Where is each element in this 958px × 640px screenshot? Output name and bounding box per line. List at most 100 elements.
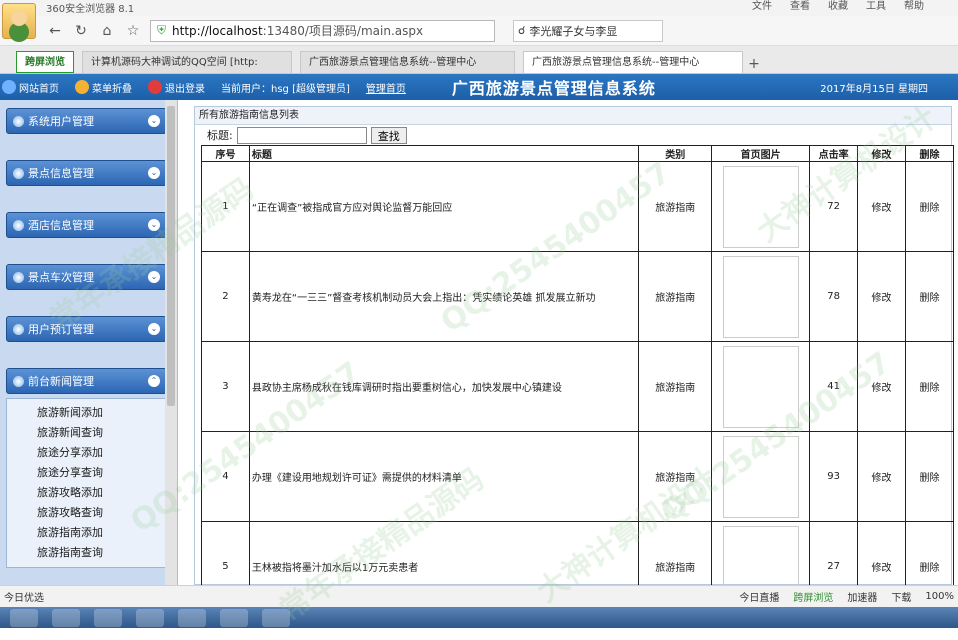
menu-collapse-link[interactable]: 菜单折叠	[92, 80, 132, 95]
edit-link[interactable]: 修改	[857, 251, 906, 342]
menu-file[interactable]: 文件	[752, 0, 772, 12]
search-text: 李光耀子女与李显	[529, 24, 618, 38]
scrollbar-thumb[interactable]	[167, 106, 175, 406]
zoom-level[interactable]: 100%	[925, 591, 954, 602]
app-header: 网站首页 菜单折叠 退出登录 当前用户：hsg [超级管理员] 管理首页 广西旅…	[0, 74, 958, 100]
search-row: 标题: 查找	[195, 125, 951, 145]
content-area: 所有旅游指南信息列表 标题: 查找 序号 标题 类别 首页图片 点击率 修改 删…	[178, 100, 958, 585]
status-accelerator[interactable]: 加速器	[847, 589, 877, 604]
cell-category: 旅游指南	[638, 161, 713, 252]
menu-collapse-icon	[75, 80, 89, 94]
taskbar-app-icon[interactable]	[262, 608, 290, 627]
menu-tools[interactable]: 工具	[866, 0, 886, 12]
taskbar-app-icon[interactable]	[52, 608, 80, 627]
sidebar-menu-label: 用户预订管理	[28, 323, 94, 336]
edit-link[interactable]: 修改	[857, 161, 906, 252]
globe-icon	[2, 80, 16, 94]
browser-menu-bar: 文件 查看 收藏 工具 帮助	[752, 0, 924, 12]
panel-title: 所有旅游指南信息列表	[195, 107, 951, 125]
url-host: http://localhost	[172, 24, 263, 38]
col-no: 序号	[201, 145, 250, 162]
cell-no: 3	[201, 341, 250, 432]
home-icon[interactable]: ⌂	[98, 22, 116, 40]
logout-link[interactable]: 退出登录	[165, 80, 205, 95]
sidebar-scrollbar[interactable]	[165, 100, 177, 585]
menu-favorites[interactable]: 收藏	[828, 0, 848, 12]
sidebar-menu-scenic[interactable]: 景点信息管理 ⌄	[6, 160, 167, 186]
browser-titlebar: 360安全浏览器 8.1 文件 查看 收藏 工具 帮助	[0, 0, 958, 16]
star-icon[interactable]: ☆	[124, 22, 142, 40]
chevron-down-icon: ⌄	[148, 167, 160, 179]
bullet-icon	[13, 271, 24, 283]
delete-link[interactable]: 删除	[905, 431, 954, 522]
edit-link[interactable]: 修改	[857, 341, 906, 432]
delete-link[interactable]: 删除	[905, 521, 954, 585]
tab-qq-zone[interactable]: 计算机源码大神调试的QQ空间 [http:	[82, 51, 292, 73]
user-avatar[interactable]	[2, 3, 36, 39]
admin-home-link[interactable]: 管理首页	[366, 80, 406, 95]
submenu-item[interactable]: 旅途分享查询	[7, 463, 166, 483]
taskbar-app-icon[interactable]	[178, 608, 206, 627]
sidebar-menu-trains[interactable]: 景点车次管理 ⌄	[6, 264, 167, 290]
col-edit: 修改	[857, 145, 906, 162]
submenu-item[interactable]: 旅途分享添加	[7, 443, 166, 463]
col-delete: 删除	[905, 145, 954, 162]
refresh-icon[interactable]: ↻	[72, 22, 90, 40]
title-search-input[interactable]	[236, 126, 367, 144]
status-cross-screen[interactable]: 跨屏浏览	[793, 589, 833, 604]
back-icon[interactable]: ←	[46, 22, 64, 40]
sidebar-menu-booking[interactable]: 用户预订管理 ⌄	[6, 316, 167, 342]
browser-title: 360安全浏览器 8.1	[46, 4, 135, 15]
edit-link[interactable]: 修改	[857, 431, 906, 522]
sidebar-menu-label: 酒店信息管理	[28, 219, 94, 232]
taskbar-app-icon[interactable]	[220, 608, 248, 627]
sidebar-menu-users[interactable]: 系统用户管理 ⌄	[6, 108, 167, 134]
start-icon[interactable]	[10, 608, 38, 627]
find-button[interactable]: 查找	[370, 126, 407, 144]
sidebar-menu-hotel[interactable]: 酒店信息管理 ⌄	[6, 212, 167, 238]
shield-icon: ⛨	[157, 23, 167, 37]
cell-clicks: 93	[809, 431, 859, 522]
submenu-item[interactable]: 旅游指南添加	[7, 523, 166, 543]
delete-link[interactable]: 删除	[905, 161, 954, 252]
edit-link[interactable]: 修改	[857, 521, 906, 585]
delete-link[interactable]: 删除	[905, 341, 954, 432]
menu-view[interactable]: 查看	[790, 0, 810, 12]
status-bar: 今日优选 今日直播 跨屏浏览 加速器 下载 100%	[0, 585, 958, 607]
url-path: :13480/项目源码/main.aspx	[262, 24, 424, 38]
taskbar-app-icon[interactable]	[94, 608, 122, 627]
submenu-item[interactable]: 旅游新闻添加	[7, 403, 166, 423]
submenu-item[interactable]: 旅游攻略添加	[7, 483, 166, 503]
list-panel: 所有旅游指南信息列表 标题: 查找 序号 标题 类别 首页图片 点击率 修改 删…	[194, 106, 954, 585]
url-field[interactable]: ⛨ http://localhost:13480/项目源码/main.aspx	[150, 19, 495, 42]
site-home-link[interactable]: 网站首页	[19, 80, 59, 95]
delete-link[interactable]: 删除	[905, 251, 954, 342]
menu-help[interactable]: 帮助	[904, 0, 924, 12]
new-tab-icon[interactable]: +	[745, 55, 763, 73]
address-bar: ← ↻ ⌂ ☆ ⛨ http://localhost:13480/项目源码/ma…	[0, 16, 958, 46]
status-download[interactable]: 下载	[891, 589, 911, 604]
cell-clicks: 41	[809, 341, 859, 432]
table-row: 2 黄寿龙在“一三三”督查考核机制动员大会上指出：凭实绩论英雄 抓发展立新功 旅…	[201, 251, 954, 342]
cell-clicks: 27	[809, 521, 859, 585]
status-live[interactable]: 今日直播	[739, 589, 779, 604]
cell-image	[711, 161, 811, 252]
thumbnail	[722, 435, 799, 518]
tab-cross-screen[interactable]: 跨屏浏览	[16, 51, 74, 73]
taskbar-app-icon[interactable]	[136, 608, 164, 627]
col-clicks: 点击率	[809, 145, 859, 162]
today-picks[interactable]: 今日优选	[4, 589, 44, 604]
chevron-down-icon: ⌄	[148, 323, 160, 335]
sidebar-menu-news[interactable]: 前台新闻管理 ⌃	[6, 368, 167, 394]
search-input[interactable]: ☌ 李光耀子女与李显	[513, 19, 663, 42]
header-date: 2017年8月15日 星期四	[820, 83, 928, 95]
thumbnail	[722, 255, 799, 338]
submenu-item[interactable]: 旅游指南查询	[7, 543, 166, 563]
tab-admin-2[interactable]: 广西旅游景点管理信息系统--管理中心	[523, 51, 743, 73]
submenu-item[interactable]: 旅游攻略查询	[7, 503, 166, 523]
submenu-item[interactable]: 旅游新闻查询	[7, 423, 166, 443]
cell-title: 王林被指将墨汁加水后以1万元卖患者	[248, 521, 640, 585]
table-row: 1 “正在调查”被指成官方应对舆论监督万能回应 旅游指南 72 修改 删除	[201, 161, 954, 252]
tab-admin-1[interactable]: 广西旅游景点管理信息系统--管理中心	[300, 51, 515, 73]
sidebar-menu-label: 景点车次管理	[28, 271, 94, 284]
